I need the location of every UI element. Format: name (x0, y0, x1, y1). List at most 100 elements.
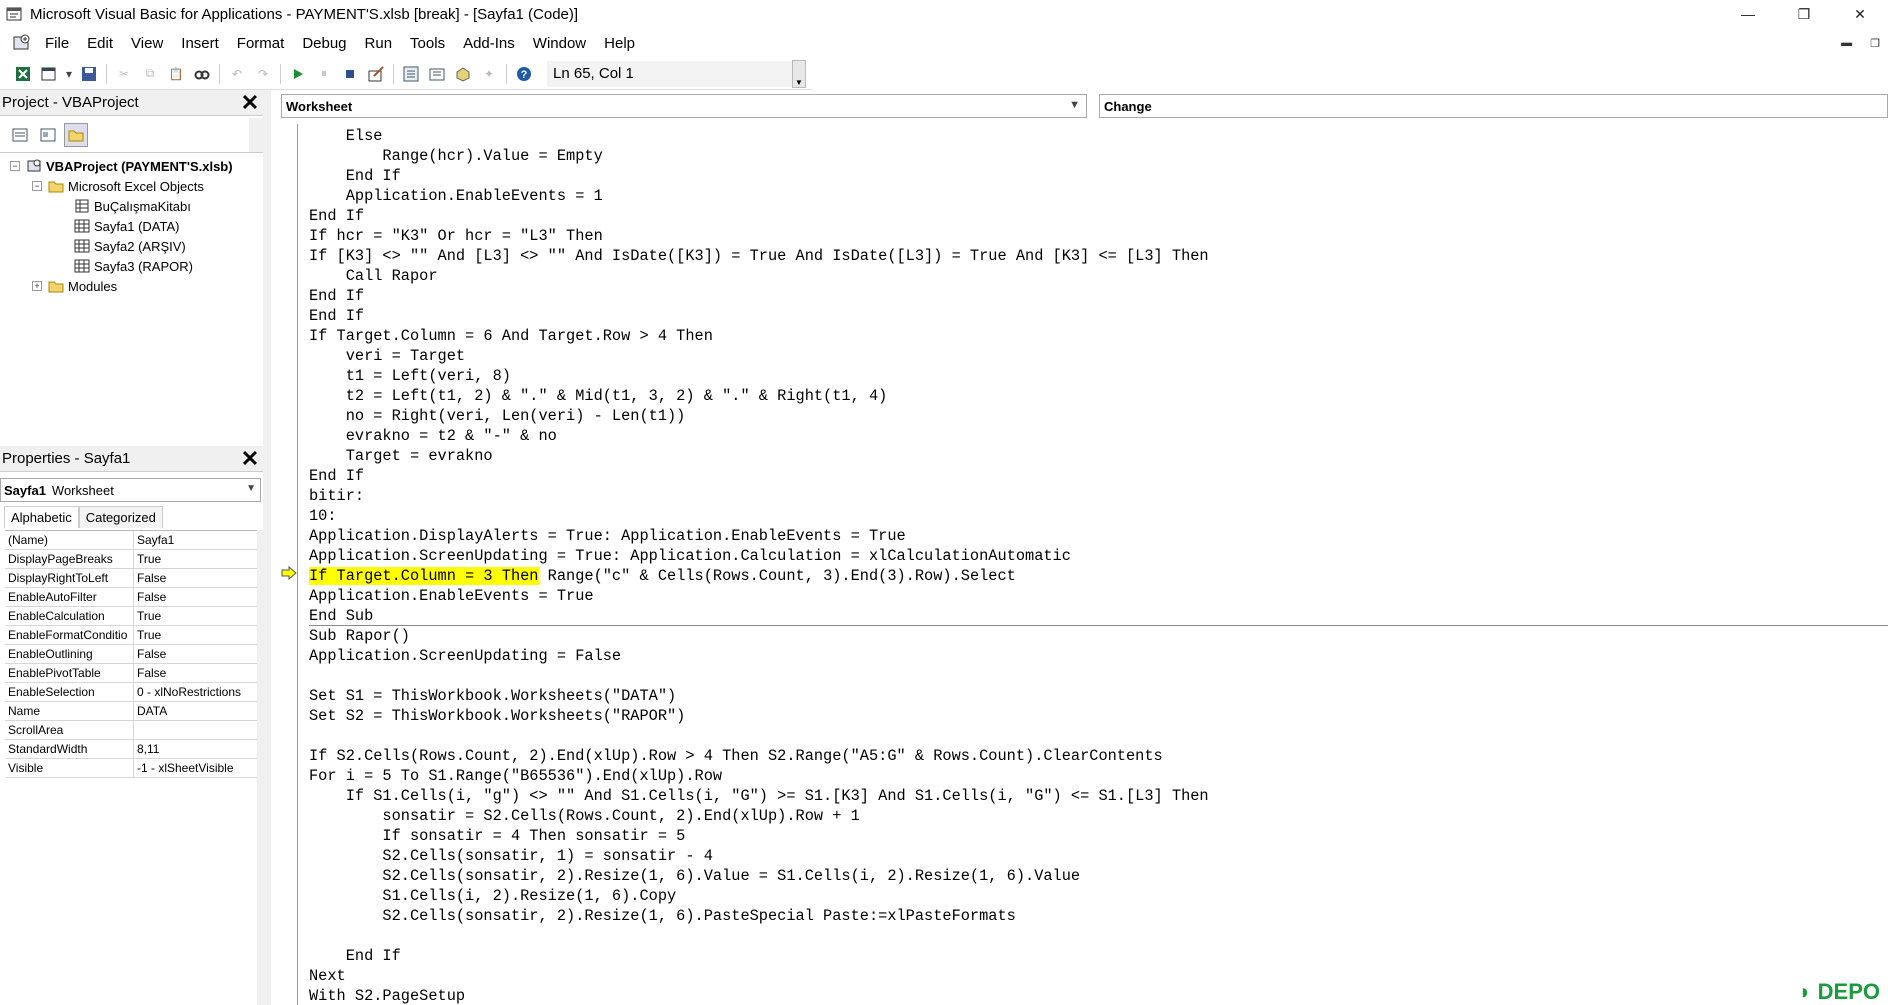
property-row[interactable]: EnableCalculation True (5, 607, 257, 626)
properties-pane-close-icon[interactable]: ✕ (237, 446, 263, 472)
tree-folder-label: Microsoft Excel Objects (68, 178, 204, 194)
property-row[interactable]: ScrollArea (5, 721, 257, 740)
property-row[interactable]: DisplayPageBreaks True (5, 550, 257, 569)
property-row[interactable]: (Name) Sayfa1 (5, 531, 257, 550)
tree-node-modules[interactable]: + Modules (32, 277, 117, 295)
menu-tools[interactable]: Tools (401, 29, 454, 57)
property-row[interactable]: StandardWidth 8,11 (5, 740, 257, 759)
code-line: If hcr = "K3" Or hcr = "L3" Then (309, 227, 603, 245)
cut-icon[interactable]: ✂ (113, 63, 135, 85)
property-row[interactable]: EnableAutoFilter False (5, 588, 257, 607)
tab-categorized[interactable]: Categorized (78, 506, 163, 528)
paste-icon[interactable]: 📋 (165, 63, 187, 85)
code-editor[interactable]: Else Range(hcr).Value = Empty End If App… (309, 126, 1888, 1005)
property-row[interactable]: EnableFormatConditio True (5, 626, 257, 645)
vbaproject-icon (26, 158, 42, 174)
code-line: End If (309, 467, 365, 485)
project-pane-close-icon[interactable]: ✕ (237, 90, 263, 116)
tree-node-workbook[interactable]: BuÇalışmaKitabı (74, 197, 191, 215)
reset-icon[interactable] (339, 63, 361, 85)
close-button[interactable]: ✕ (1832, 0, 1888, 28)
break-icon[interactable]: ⏸ (313, 63, 335, 85)
tree-node-excel-objects[interactable]: − Microsoft Excel Objects (32, 177, 204, 195)
object-type: Worksheet (51, 482, 114, 498)
logo-arc-icon: ◗ (1798, 979, 1812, 1004)
code-line: no = Right(veri, Len(veri) - Len(t1)) (309, 407, 686, 425)
property-row[interactable]: EnablePivotTable False (5, 664, 257, 683)
tab-alphabetic[interactable]: Alphabetic (4, 506, 79, 528)
code-line: If S1.Cells(i, "g") <> "" And S1.Cells(i… (309, 787, 1209, 805)
code-line: Set S1 = ThisWorkbook.Worksheets("DATA") (309, 687, 677, 705)
menu-edit[interactable]: Edit (78, 29, 122, 57)
design-mode-icon[interactable] (365, 63, 387, 85)
run-icon[interactable] (287, 63, 309, 85)
pane-splitter[interactable] (263, 90, 271, 1005)
code-line: S2.Cells(sonsatir, 2).Resize(1, 6).Paste… (309, 907, 1016, 925)
mdi-minimize-icon[interactable]: ▬ (1841, 37, 1852, 49)
tree-node-sayfa2[interactable]: Sayfa2 (ARŞIV) (74, 237, 186, 255)
object-browser-icon[interactable] (452, 63, 474, 85)
view-object-icon[interactable] (36, 123, 60, 147)
tree-node-vbaproject[interactable]: − VBAProject (PAYMENT'S.xlsb) (10, 157, 233, 175)
project-explorer-icon[interactable] (400, 63, 422, 85)
menu-format[interactable]: Format (228, 29, 294, 57)
menu-insert[interactable]: Insert (172, 29, 228, 57)
code-line: End If (309, 307, 365, 325)
procedure-combo[interactable]: Change (1099, 94, 1888, 118)
toolbar-options-icon[interactable]: ▼ (792, 59, 806, 88)
undo-icon[interactable]: ↶ (226, 63, 248, 85)
code-line: End If (309, 207, 365, 225)
toggle-folders-icon[interactable] (64, 123, 88, 147)
menu-debug[interactable]: Debug (293, 29, 355, 57)
insert-module-icon[interactable] (38, 63, 60, 85)
tree-node-sayfa1[interactable]: Sayfa1 (DATA) (74, 217, 179, 235)
help-icon[interactable]: ? (513, 63, 535, 85)
code-line: Application.EnableEvents = True (309, 587, 594, 605)
properties-grid: (Name) Sayfa1 DisplayPageBreaks True Displ… (5, 530, 257, 778)
menu-run[interactable]: Run (356, 29, 402, 57)
mdi-controls: ▬ ❐ (1841, 28, 1888, 58)
menu-add-ins[interactable]: Add-Ins (454, 29, 524, 57)
vba-app-icon (4, 4, 24, 24)
code-line: Call Rapor (309, 267, 438, 285)
restore-button[interactable]: ❐ (1776, 0, 1832, 28)
object-combo[interactable]: Worksheet ▼ (281, 94, 1087, 118)
code-line: Application.EnableEvents = 1 (309, 187, 603, 205)
vba-code-icon[interactable] (10, 32, 34, 54)
tree-node-sayfa3[interactable]: Sayfa3 (RAPOR) (74, 257, 193, 275)
dropdown-arrow-icon[interactable]: ▾ (64, 63, 74, 85)
view-code-icon[interactable] (8, 123, 32, 147)
code-line: t2 = Left(t1, 2) & "." & Mid(t1, 3, 2) &… (309, 387, 888, 405)
menu-window[interactable]: Window (524, 29, 595, 57)
svg-text:?: ? (521, 69, 528, 81)
find-icon[interactable] (191, 63, 213, 85)
execution-highlight: If Target.Column = 3 Then (309, 567, 539, 585)
minimize-button[interactable]: — (1720, 0, 1776, 28)
mdi-restore-icon[interactable]: ❐ (1870, 37, 1880, 50)
menu-help[interactable]: Help (595, 29, 644, 57)
toolbox-icon[interactable]: ✦ (478, 63, 500, 85)
properties-object-select[interactable]: Sayfa1 Worksheet ▼ (0, 478, 261, 502)
object-name: Sayfa1 (4, 482, 46, 498)
menu-view[interactable]: View (122, 29, 172, 57)
tree-item-label: Sayfa3 (RAPOR) (94, 258, 193, 274)
code-line: bitir: (309, 487, 365, 505)
property-row[interactable]: EnableSelection 0 - xlNoRestrictions (5, 683, 257, 702)
save-icon[interactable] (78, 63, 100, 85)
copy-icon[interactable]: ⧉ (139, 63, 161, 85)
menu-bar: File Edit View Insert Format Debug Run T… (0, 28, 1888, 58)
property-row[interactable]: Visible -1 - xlSheetVisible (5, 759, 257, 778)
property-row[interactable]: EnableOutlining False (5, 645, 257, 664)
code-margin[interactable] (271, 124, 298, 1005)
view-excel-icon[interactable] (12, 63, 34, 85)
redo-icon[interactable]: ↷ (252, 63, 274, 85)
property-row[interactable]: Name DATA (5, 702, 257, 721)
menu-file[interactable]: File (36, 29, 78, 57)
worksheet-icon (74, 238, 90, 254)
property-row[interactable]: DisplayRightToLeft False (5, 569, 257, 588)
project-scrollbar-top[interactable] (249, 118, 263, 152)
properties-window-icon[interactable] (426, 63, 448, 85)
